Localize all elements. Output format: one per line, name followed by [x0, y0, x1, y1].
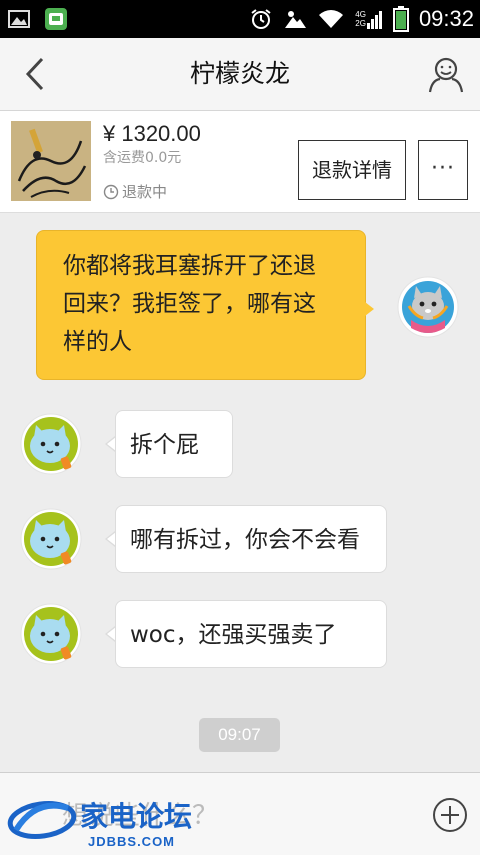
gallery-icon: [8, 10, 30, 28]
app-icon: [45, 8, 67, 30]
alarm-icon: [251, 9, 271, 29]
message-bubble-incoming[interactable]: woc，还强买强卖了: [115, 600, 387, 668]
bubble-tail: [365, 302, 374, 316]
signal-icon: [366, 11, 382, 29]
wifi-icon: [319, 10, 344, 28]
plus-circle-icon[interactable]: [432, 797, 468, 833]
weather-icon: [285, 11, 307, 28]
message-line: 样的人: [63, 329, 132, 355]
message-bubble-incoming[interactable]: 哪有拆过，你会不会看: [115, 505, 387, 573]
chat-title: 柠檬炎龙: [189, 59, 290, 88]
more-options-button[interactable]: ···: [418, 140, 468, 200]
contact-avatar[interactable]: [20, 603, 82, 665]
network-label-top: 4G: [355, 10, 366, 19]
message-text: woc，还强买强卖了: [130, 622, 337, 648]
chat-header: 柠檬炎龙: [0, 38, 480, 111]
signal-indicator: 4G 2G: [355, 9, 383, 29]
message-line: 你都将我耳塞拆开了还退: [63, 253, 316, 279]
message-text: 哪有拆过，你会不会看: [130, 527, 360, 553]
order-product-bar: ¥ 1320.00 含运费0.0元 退款中 退款详情 ···: [0, 111, 480, 213]
message-bubble-outgoing[interactable]: 你都将我耳塞拆开了还退 回来？我拒签了，哪有这 样的人: [36, 230, 366, 380]
message-timestamp: 09:07: [199, 718, 280, 752]
product-thumbnail[interactable]: [11, 121, 91, 201]
shipping-fee: 含运费0.0元: [103, 150, 182, 166]
network-label-bottom: 2G: [355, 19, 366, 28]
my-avatar[interactable]: [397, 276, 459, 338]
user-profile-icon[interactable]: [426, 54, 466, 94]
watermark-text: 家电论坛: [80, 800, 192, 833]
earphone-image: [11, 121, 91, 201]
refund-status-label: 退款中: [122, 183, 168, 201]
status-time: 09:32: [418, 6, 474, 31]
clock-icon: [103, 184, 119, 199]
refund-status: 退款中: [103, 181, 167, 202]
battery-icon: [392, 6, 409, 32]
product-price: ¥ 1320.00: [103, 121, 201, 146]
watermark-url: JDBBS.COM: [88, 834, 175, 849]
message-text: 拆个屁: [130, 432, 199, 458]
contact-avatar[interactable]: [20, 508, 82, 570]
status-bar: 4G 2G 09:32: [0, 0, 480, 38]
message-bubble-incoming[interactable]: 拆个屁: [115, 410, 233, 478]
refund-details-button[interactable]: 退款详情: [298, 140, 406, 200]
message-line: 回来？我拒签了，哪有这: [63, 291, 316, 317]
jdbbs-watermark-logo: 家电论坛 JDBBS.COM: [7, 800, 192, 849]
contact-avatar[interactable]: [20, 413, 82, 475]
